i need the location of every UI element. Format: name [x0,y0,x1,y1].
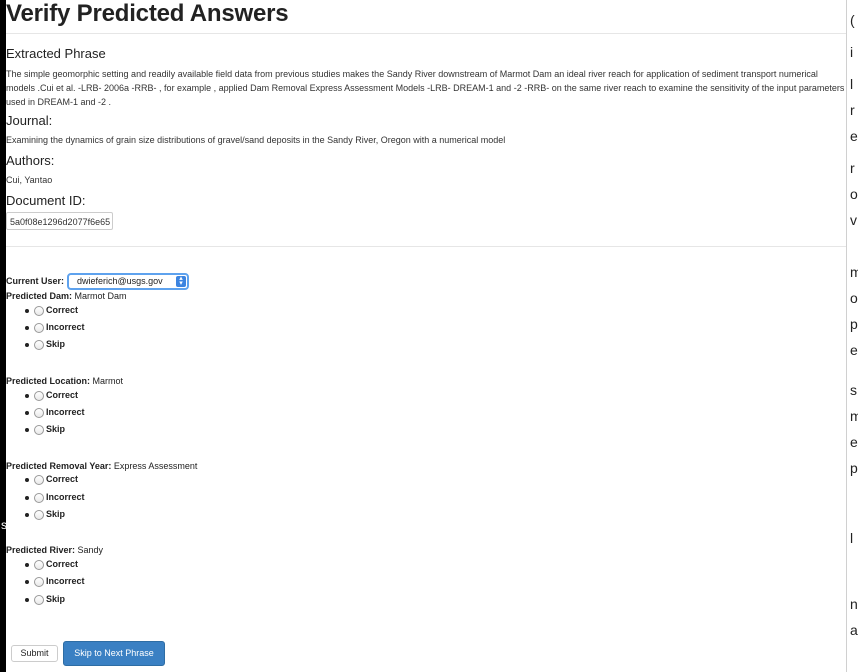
option-label: Incorrect [46,322,85,332]
right-edge-char: m [850,408,858,424]
main-content: Verify Predicted Answers Extracted Phras… [6,0,846,672]
radio-button[interactable] [34,560,44,570]
prediction-river: Predicted River: Sandy [6,545,103,555]
page-title: Verify Predicted Answers [6,0,289,27]
right-edge-char: i [850,44,854,60]
radio-button[interactable] [34,595,44,605]
option-label: Skip [46,339,66,349]
right-edge-char: a [850,622,858,638]
prediction-removal-year: Predicted Removal Year: Express Assessme… [6,461,197,471]
radio-button[interactable] [34,408,44,418]
bullet-icon [25,326,29,330]
right-edge-char: o [850,290,858,306]
journal-heading: Journal: [6,113,53,128]
right-edge-char: l [850,76,854,92]
bullet-icon [25,563,29,567]
bullet-icon [25,428,29,432]
prediction-value: Marmot [90,376,124,386]
right-edge-char: r [850,160,855,176]
right-edge-char: e [850,434,858,450]
option-label: Skip [46,594,66,604]
radio-button[interactable] [34,306,44,316]
bullet-icon [25,598,29,602]
bullet-icon [25,513,29,517]
divider [6,246,846,247]
radio-button[interactable] [34,475,44,485]
prediction-label: Predicted Location: [6,376,91,386]
bullet-icon [25,496,29,500]
phrase-text: The simple geomorphic setting and readil… [6,69,845,107]
option-label: Correct [46,559,79,569]
right-window-edge [846,0,858,672]
current-user-label: Current User: [6,276,65,286]
document-id-field[interactable]: 5a0f08e1296d2077f6e65 [6,212,113,230]
radio-button[interactable] [34,510,44,520]
right-edge-char: l [850,530,854,546]
right-edge-char: v [850,212,857,228]
right-edge-char: p [850,316,858,332]
option-label: Correct [46,305,79,315]
option-label: Skip [46,424,66,434]
right-window-border [846,0,847,672]
current-user-value: dwieferich@usgs.gov [77,276,163,286]
option-label: Incorrect [46,407,85,417]
skip-to-next-phrase-button[interactable]: Skip to Next Phrase [63,641,165,666]
option-label: Incorrect [46,492,85,502]
select-arrows-icon: ▴ ▾ [176,275,186,287]
option-label: Skip [46,509,66,519]
journal-text: Examining the dynamics of grain size dis… [6,135,506,145]
prediction-value: Express Assessment [111,461,198,471]
right-edge-char: s [850,382,857,398]
right-edge-char: ( [850,12,855,28]
radio-button[interactable] [34,493,44,503]
radio-button[interactable] [34,425,44,435]
prediction-label: Predicted Dam: [6,291,73,301]
right-edge-char: p [850,460,858,476]
right-edge-char: m [850,264,858,280]
option-label: Incorrect [46,576,85,586]
right-edge-char: r [850,102,855,118]
radio-button[interactable] [34,577,44,587]
prediction-label: Predicted Removal Year: [6,461,112,471]
prediction-value: Marmot Dam [72,291,127,301]
prediction-value: Sandy [75,545,104,555]
bullet-icon [25,580,29,584]
right-edge-char: e [850,342,858,358]
bullet-icon [25,394,29,398]
bullet-icon [25,411,29,415]
right-edge-char: n [850,596,858,612]
phrase-heading: Extracted Phrase [6,46,106,61]
current-user-select[interactable]: dwieferich@usgs.gov ▴ ▾ [67,273,189,290]
authors-text: Cui, Yantao [6,175,53,185]
document-id-heading: Document ID: [6,193,86,208]
prediction-label: Predicted River: [6,545,76,555]
radio-button[interactable] [34,323,44,333]
prediction-location: Predicted Location: Marmot [6,376,123,386]
bullet-icon [25,309,29,313]
authors-heading: Authors: [6,153,55,168]
option-label: Correct [46,390,79,400]
submit-button[interactable]: Submit [11,645,58,662]
bullet-icon [25,478,29,482]
radio-button[interactable] [34,391,44,401]
prediction-dam: Predicted Dam: Marmot Dam [6,291,127,301]
divider [6,33,846,34]
option-label: Correct [46,474,79,484]
radio-button[interactable] [34,340,44,350]
bullet-icon [25,343,29,347]
right-edge-char: e [850,128,858,144]
right-edge-char: o [850,186,858,202]
